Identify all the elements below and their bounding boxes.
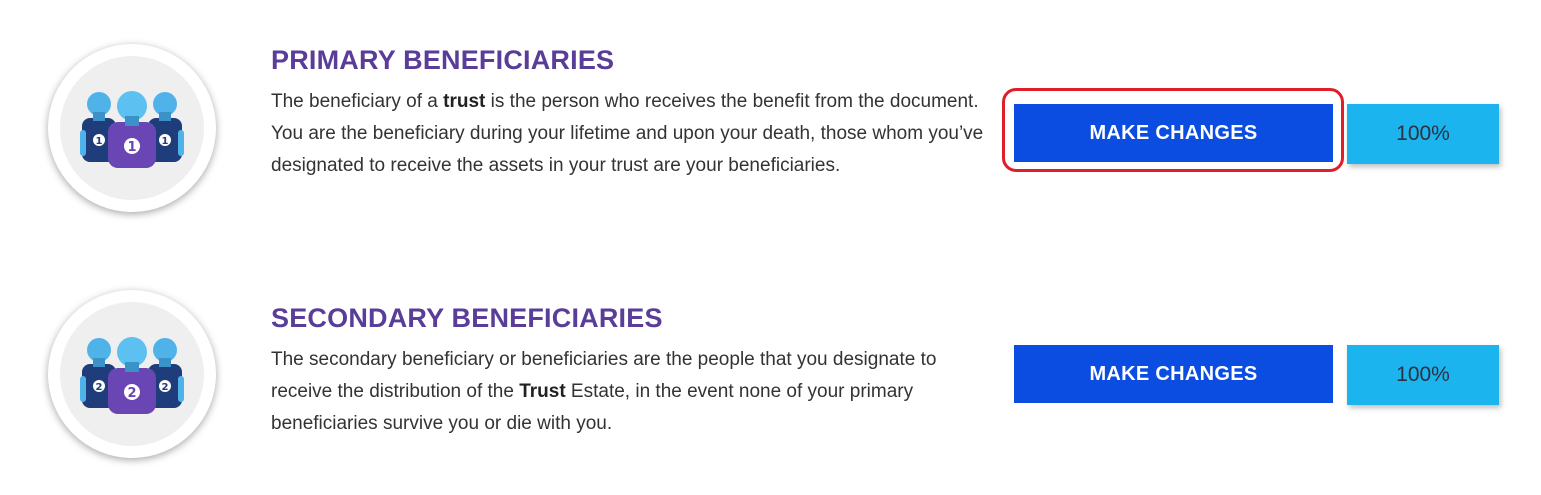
group-people-icon: 2 2 2 bbox=[80, 337, 184, 414]
badge-number-center: 1 bbox=[127, 140, 136, 155]
make-changes-button[interactable]: MAKE CHANGES bbox=[1014, 345, 1333, 403]
percentage-badge: 100% bbox=[1347, 104, 1499, 164]
badge-number-left: 1 bbox=[96, 136, 103, 147]
section-description: The secondary beneficiary or beneficiari… bbox=[271, 349, 937, 434]
group-people-icon: 1 1 1 bbox=[80, 91, 184, 168]
badge-number-center: 2 bbox=[127, 386, 136, 401]
secondary-text-block: SECONDARY BENEFICIARIES The secondary be… bbox=[271, 302, 991, 440]
secondary-beneficiaries-section: 2 2 2 SECONDARY BENEFICIARIES The second… bbox=[0, 250, 1541, 490]
badge-number-left: 2 bbox=[96, 382, 103, 393]
section-title: SECONDARY BENEFICIARIES bbox=[271, 303, 663, 333]
make-changes-button[interactable]: MAKE CHANGES bbox=[1014, 104, 1333, 162]
primary-beneficiaries-avatar: 1 1 1 bbox=[48, 44, 216, 212]
badge-number-right: 2 bbox=[162, 382, 169, 393]
percentage-badge: 100% bbox=[1347, 345, 1499, 405]
badge-number-right: 1 bbox=[162, 136, 169, 147]
secondary-beneficiaries-avatar: 2 2 2 bbox=[48, 290, 216, 458]
primary-beneficiaries-section: 1 1 1 PRIMARY BENEFICIARIES The benefici… bbox=[0, 0, 1541, 240]
section-description: The beneficiary of a trust is the person… bbox=[271, 91, 984, 176]
primary-text-block: PRIMARY BENEFICIARIES The beneficiary of… bbox=[271, 44, 991, 182]
section-title: PRIMARY BENEFICIARIES bbox=[271, 45, 615, 75]
